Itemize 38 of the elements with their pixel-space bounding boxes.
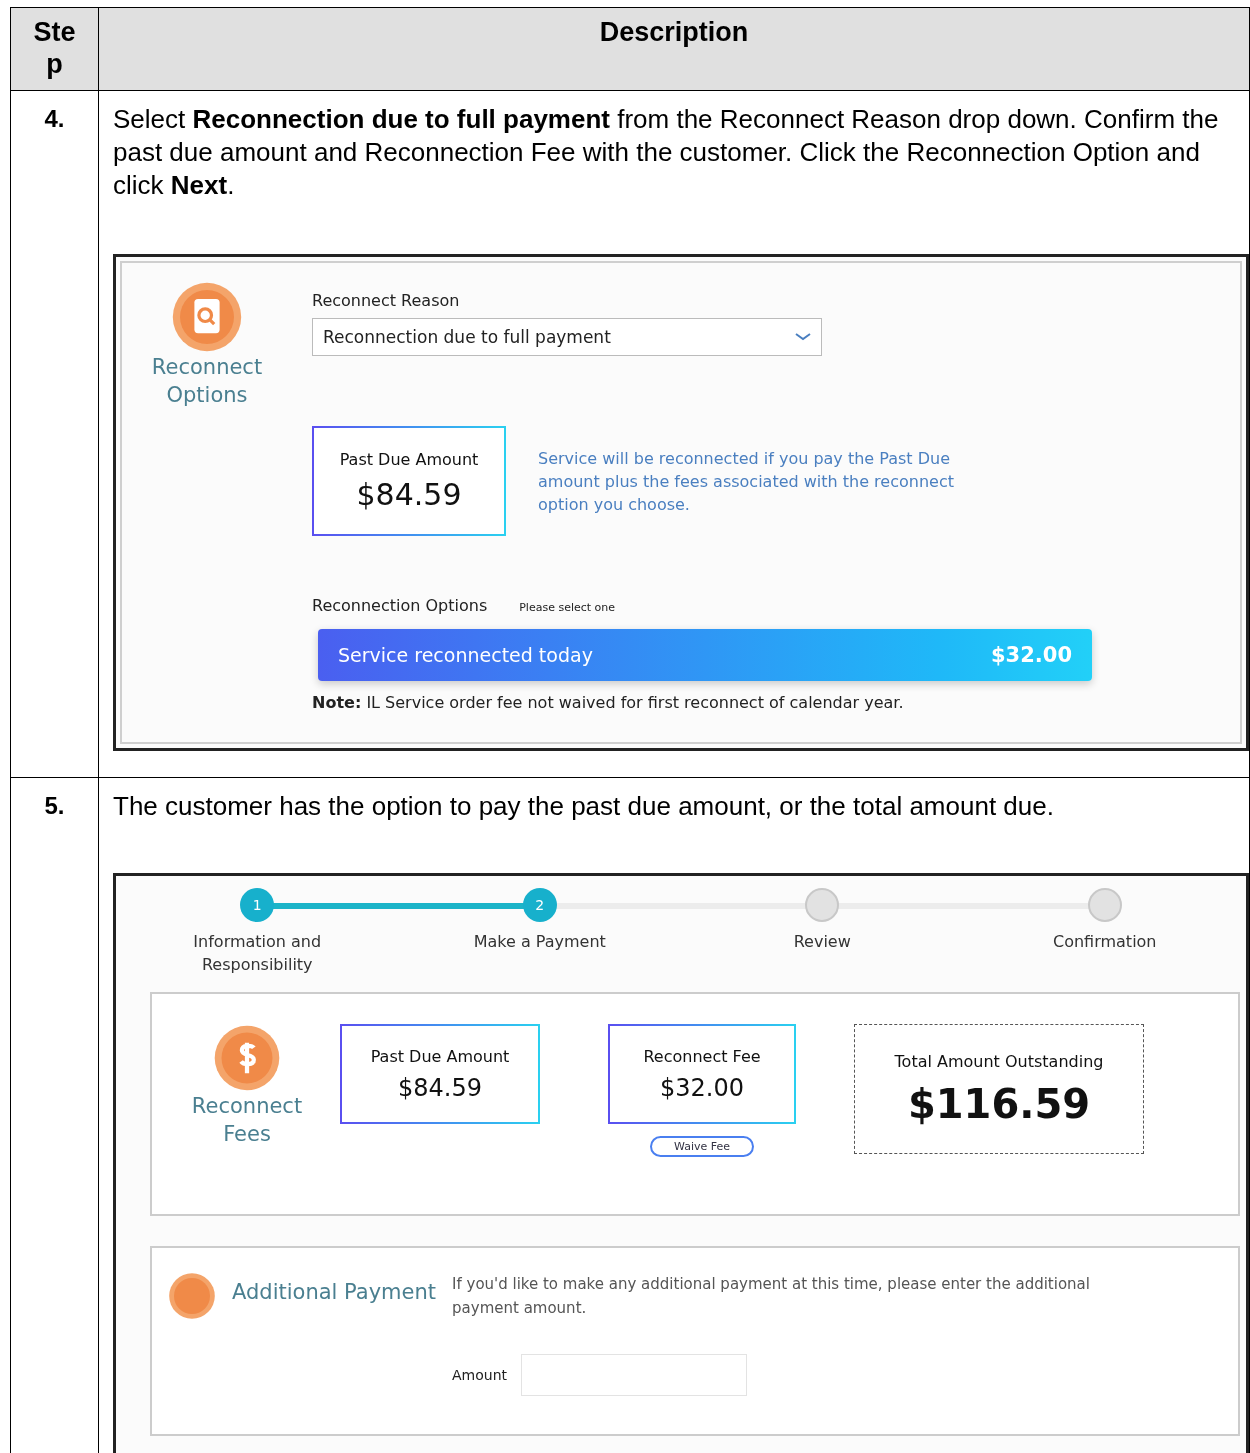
step-circle: 1	[240, 888, 275, 922]
step-label: Review	[792, 931, 852, 953]
section-title: Reconnect Fees	[190, 1093, 304, 1148]
card-amount: $84.59	[398, 1073, 482, 1102]
step-label: Make a Payment	[472, 931, 607, 953]
step-label: Information and Responsibility	[192, 931, 323, 976]
column-header: Description	[98, 7, 1250, 91]
field-label: Reconnect Reason	[312, 291, 461, 310]
section-title: Reconnect Options	[150, 354, 264, 409]
card-label: Past Due Amount	[370, 1046, 510, 1066]
total-amount: $116.59	[907, 1080, 1091, 1127]
step-description: Select Reconnection due to full payment from the Reconnect Reason drop down. Confirm the past due amount and Reconnection Fee with the customer. Click the Reconnection Option and click Next.	[112, 103, 1220, 202]
step-number: 5.	[43, 791, 66, 820]
info-text: If you'd like to make any additional payment at this time, please enter the additional payment amount.	[452, 1274, 1091, 1319]
hint-text: Please select one	[519, 601, 616, 614]
column-header: Step	[10, 7, 99, 91]
card-label: Past Due Amount	[339, 450, 479, 469]
card-amount: $32.00	[660, 1073, 744, 1102]
step-number: 4.	[43, 104, 66, 133]
field-label: Reconnection Options	[312, 596, 488, 615]
field-label: Amount	[452, 1367, 508, 1383]
option-button[interactable]: Service reconnected today $32.00	[318, 629, 1092, 681]
card-amount: $84.59	[356, 477, 462, 512]
step-description: The customer has the option to pay the past due amount, or the total amount due.	[112, 790, 1055, 823]
info-text: Service will be reconnected if you pay the Past Due amount plus the fees associated with the reconnect option you choose.	[538, 447, 955, 516]
amount-input[interactable]	[521, 1354, 748, 1396]
step-label: Confirmation	[1052, 931, 1158, 953]
card-label: Reconnect Fee	[643, 1046, 761, 1066]
card-label: Total Amount Outstanding	[894, 1051, 1104, 1071]
note-text: Note: IL Service order fee not waived for first reconnect of calendar year.	[312, 693, 905, 712]
dollar-icon	[213, 1024, 281, 1092]
step-circle: 2	[522, 888, 557, 922]
dropdown-chevron-icon	[795, 333, 811, 341]
waive-fee-button[interactable]: Waive Fee	[650, 1136, 754, 1157]
section-title: Additional Payment	[232, 1280, 437, 1304]
reason-dropdown[interactable]: Reconnection due to full payment	[312, 318, 822, 356]
document-search-icon	[171, 281, 243, 353]
circle-icon	[168, 1272, 216, 1320]
